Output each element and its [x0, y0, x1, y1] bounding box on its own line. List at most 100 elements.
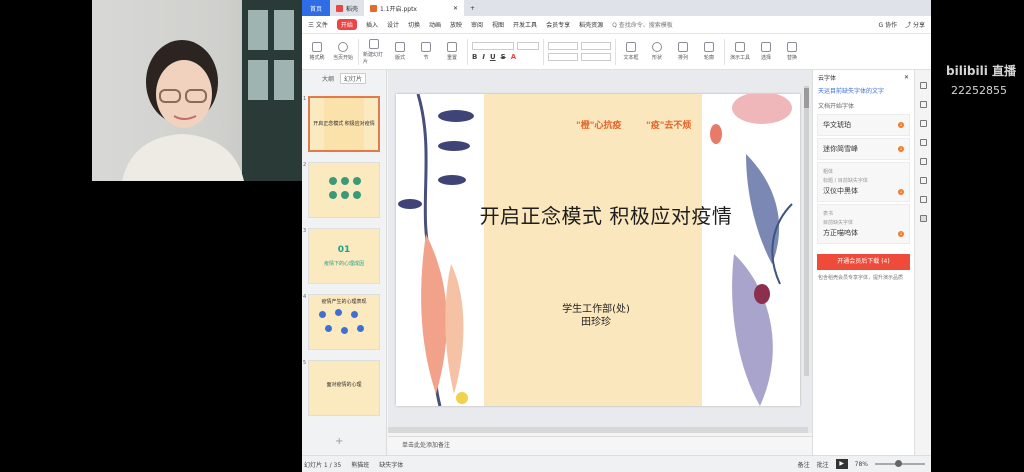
replace-button[interactable]: 替换 [781, 42, 803, 61]
select-icon [761, 42, 771, 52]
line-spacing-button[interactable] [581, 53, 611, 61]
tab-docer[interactable]: 稻壳 [330, 0, 364, 16]
menu-item-devtools[interactable]: 开发工具 [513, 20, 537, 29]
font-name: 汉仪中黑体 [823, 187, 858, 195]
menu-item-docer-res[interactable]: 稻壳资源 [579, 20, 603, 29]
font-card[interactable]: 表书 目前缺失字体 方正喵呜体 ↓ [817, 204, 910, 244]
new-slide-button[interactable]: 新建幻灯片 [363, 38, 385, 65]
thumbnail-5[interactable]: 面对疫情的心理 [308, 360, 380, 416]
menu-item-transition[interactable]: 切换 [408, 20, 420, 29]
menu-file[interactable]: 三 文件 [308, 20, 328, 29]
theme-name[interactable]: 熊猫班 [351, 460, 369, 469]
textbox-button[interactable]: 文本框 [620, 42, 642, 61]
play-slideshow-button[interactable]: ▶ [835, 459, 848, 469]
font-size-select[interactable] [517, 42, 539, 50]
current-slide[interactable]: "橙"心抗疫 "疫"去不烦 开启正念模式 积极应对疫情 学生工作部(处) 田珍珍 [396, 94, 800, 406]
share-button[interactable]: ⤴ 分享 [905, 20, 925, 29]
tab-document[interactable]: 1.1开启.pptx ✕ [364, 0, 465, 16]
vip-download-button[interactable]: 开通会员后下载 (4) [817, 254, 910, 270]
zoom-slider[interactable] [875, 460, 925, 467]
tab-slides[interactable]: 幻灯片 [340, 72, 367, 84]
properties-icon[interactable] [919, 82, 927, 89]
thumbnail-2[interactable] [308, 162, 380, 218]
missing-font-status[interactable]: 缺失字体 [379, 460, 403, 469]
reset-icon [447, 42, 457, 52]
section-button[interactable]: 节 [415, 42, 437, 61]
menu-item-slideshow[interactable]: 放映 [450, 20, 462, 29]
shape-format-icon[interactable] [919, 120, 927, 127]
backup-icon[interactable] [919, 177, 927, 184]
font-card[interactable]: 粗体 标题 / 目前缺失字体 汉仪中黑体 ↓ [817, 162, 910, 202]
slide-thumbnail[interactable]: 1 开启正念模式 积极应对疫情 [302, 96, 387, 152]
play-icon [338, 42, 348, 52]
reset-button[interactable]: 重置 [441, 42, 463, 61]
menu-item-review[interactable]: 审阅 [471, 20, 483, 29]
select-button[interactable]: 选择 [755, 42, 777, 61]
strike-button[interactable]: S [501, 53, 506, 61]
notes-area[interactable]: 单击此处添加备注 [388, 436, 812, 450]
menu-item-design[interactable]: 设计 [387, 20, 399, 29]
pane-close-icon[interactable]: ✕ [904, 74, 909, 81]
font-family-select[interactable] [472, 42, 514, 50]
thumbnail-3[interactable]: 01 疫情下的心理成因 [308, 228, 380, 284]
slide-subtitle[interactable]: 学生工作部(处) 田珍珍 [516, 303, 676, 329]
slide-thumbnail[interactable]: 2 [302, 162, 387, 218]
layout-label: 版式 [394, 55, 405, 61]
play-current-button[interactable]: 当页开始 [332, 42, 354, 61]
menu-item-start[interactable]: 开始 [336, 19, 357, 30]
replace-label: 替换 [786, 55, 797, 61]
format-painter-button[interactable]: 格式刷 [306, 42, 328, 61]
download-badge-icon: ↓ [898, 189, 904, 195]
shape-button[interactable]: 形状 [646, 42, 668, 61]
outline-button[interactable]: 轮廓 [698, 42, 720, 61]
reset-label: 重置 [446, 55, 457, 61]
notes-toggle[interactable]: 备注 [798, 460, 810, 469]
style-icon[interactable] [919, 101, 927, 108]
arrange-button[interactable]: 排列 [672, 42, 694, 61]
thumbnail-1[interactable]: 开启正念模式 积极应对疫情 [308, 96, 380, 152]
new-tab-button[interactable]: + [464, 0, 481, 16]
bold-button[interactable]: B [472, 53, 477, 61]
presenter-tools-button[interactable]: 演示工具 [729, 42, 751, 61]
menu-item-animation[interactable]: 动画 [429, 20, 441, 29]
command-search[interactable]: Q 查找命令、搜索模板 [612, 20, 673, 29]
menu-item-insert[interactable]: 插入 [366, 20, 378, 29]
status-bar: 幻灯片 1 / 35 熊猫班 缺失字体 备注 批注 ▶ 78% [302, 455, 931, 472]
menu-item-member[interactable]: 会员专享 [546, 20, 570, 29]
horizontal-scrollbar[interactable] [388, 427, 808, 433]
comments-toggle[interactable]: 批注 [817, 460, 829, 469]
font-color-button[interactable]: A [511, 53, 516, 61]
missing-font-link[interactable]: 天运目前缺失字体的文字 [813, 84, 914, 97]
italic-button[interactable]: I [482, 53, 485, 61]
font-card[interactable]: 华文琥珀 ↓ [817, 114, 910, 136]
close-tab-icon[interactable]: ✕ [453, 5, 458, 12]
pane-title: 云字体 [818, 74, 837, 82]
zoom-level[interactable]: 78% [855, 461, 868, 468]
underline-button[interactable]: U [490, 53, 496, 61]
location-icon[interactable] [919, 196, 927, 203]
animation-icon[interactable] [919, 139, 927, 146]
slide-thumbnail[interactable]: 4 疫情产生的心理表现 [302, 294, 387, 350]
number-list-button[interactable] [581, 42, 611, 50]
slide-title[interactable]: 开启正念模式 积极应对疫情 [456, 200, 756, 229]
tab-home[interactable]: 首页 [302, 0, 330, 16]
bullet-list-button[interactable] [548, 42, 578, 50]
slide-thumbnail[interactable]: 5 面对疫情的心理 [302, 360, 387, 416]
collaborate-button[interactable]: G 协作 [879, 20, 898, 29]
tab-outline[interactable]: 大纲 [322, 74, 334, 83]
align-button[interactable] [548, 53, 578, 61]
thumbnail-4[interactable]: 疫情产生的心理表现 [308, 294, 380, 350]
history-icon[interactable] [919, 158, 927, 165]
arrange-label: 排列 [677, 55, 688, 61]
outline-label: 轮廓 [703, 55, 714, 61]
menu-item-view[interactable]: 视图 [492, 20, 504, 29]
bilibili-logo: bilibili 直播 [946, 64, 1017, 78]
add-slide-button[interactable]: + [335, 436, 343, 447]
slide-thumbnail[interactable]: 3 01 疫情下的心理成因 [302, 228, 387, 284]
font-name: 方正喵呜体 [823, 229, 858, 237]
font-card[interactable]: 迷你简雪峰 ↓ [817, 138, 910, 160]
vertical-scrollbar[interactable] [804, 86, 809, 376]
layout-button[interactable]: 版式 [389, 42, 411, 61]
font-icon[interactable] [919, 215, 927, 222]
slide-number: 5 [303, 360, 307, 366]
